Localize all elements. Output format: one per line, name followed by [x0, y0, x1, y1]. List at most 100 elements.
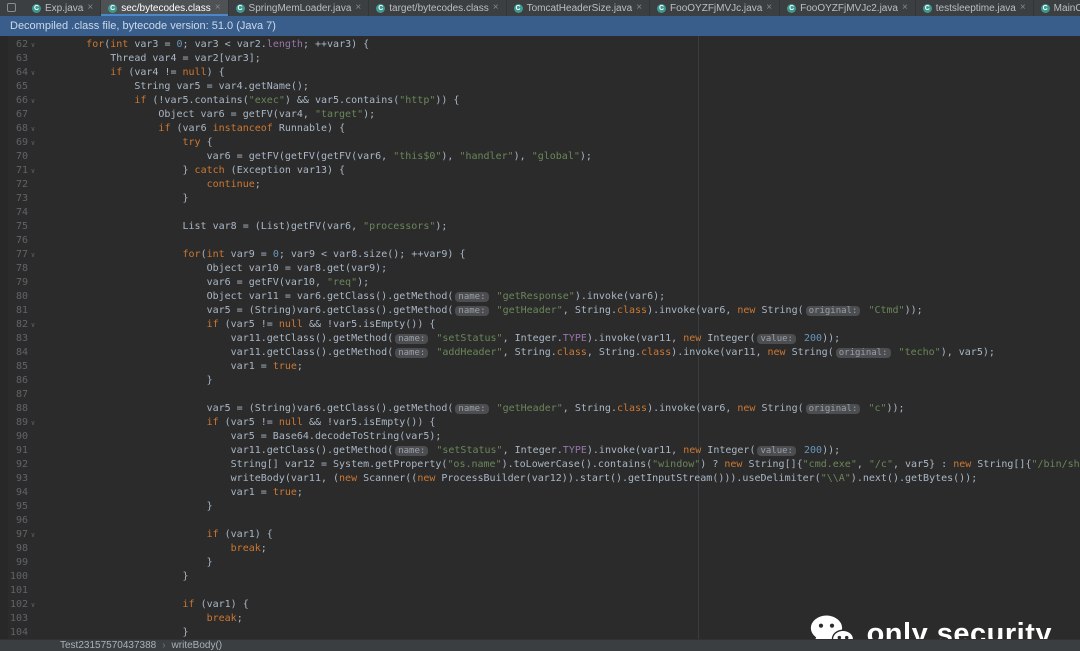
tab-maincontroller-class[interactable]: CMainController.class× — [1034, 0, 1080, 16]
line-number[interactable]: 63 — [0, 52, 28, 66]
code-line[interactable]: 72 continue; — [0, 178, 1080, 192]
line-number[interactable]: 81 — [0, 304, 28, 318]
line-number[interactable]: 89 — [0, 416, 28, 430]
tab-exp-java[interactable]: C Exp.java × — [25, 0, 102, 16]
code-line[interactable]: 68 ∨ if (var6 instanceof Runnable) { — [0, 122, 1080, 136]
line-number[interactable]: 92 — [0, 458, 28, 472]
code-line[interactable]: 92 String[] var12 = System.getProperty("… — [0, 458, 1080, 472]
line-number[interactable]: 88 — [0, 402, 28, 416]
line-number[interactable]: 71 — [0, 164, 28, 178]
line-number[interactable]: 101 — [0, 584, 28, 598]
close-icon[interactable]: × — [1020, 3, 1026, 13]
fold-icon[interactable]: ∨ — [28, 416, 38, 430]
tab-testsleeptime-java[interactable]: Ctestsleeptime.java × — [916, 0, 1034, 16]
code-line[interactable]: 93 writeBody(var11, (new Scanner((new Pr… — [0, 472, 1080, 486]
code-line[interactable]: 64 ∨ if (var4 != null) { — [0, 66, 1080, 80]
tab-target-bytecodes-class[interactable]: Ctarget/bytecodes.class × — [369, 0, 507, 16]
tab-springmemloader-java[interactable]: C SpringMemLoader.java × — [229, 0, 370, 16]
code-line[interactable]: 77 ∨ for(int var9 = 0; var9 < var8.size()… — [0, 248, 1080, 262]
breadcrumb-item[interactable]: writeBody() — [172, 640, 223, 651]
code-line[interactable]: 80 Object var11 = var6.getClass().getMet… — [0, 290, 1080, 304]
code-line[interactable]: 90 var5 = Base64.decodeToString(var5); — [0, 430, 1080, 444]
line-number[interactable]: 103 — [0, 612, 28, 626]
line-number[interactable]: 87 — [0, 388, 28, 402]
line-number[interactable]: 76 — [0, 234, 28, 248]
line-number[interactable]: 95 — [0, 500, 28, 514]
line-number[interactable]: 83 — [0, 332, 28, 346]
fold-icon[interactable]: ∨ — [28, 66, 38, 80]
line-number[interactable]: 80 — [0, 290, 28, 304]
code-line[interactable]: 85 var1 = true; — [0, 360, 1080, 374]
line-number[interactable]: 62 — [0, 38, 28, 52]
line-number[interactable]: 97 — [0, 528, 28, 542]
code-line[interactable]: 89 ∨ if (var5 != null && !var5.isEmpty())… — [0, 416, 1080, 430]
code-line[interactable]: 87 — [0, 388, 1080, 402]
line-number[interactable]: 65 — [0, 80, 28, 94]
code-line[interactable]: 65 String var5 = var4.getName(); — [0, 80, 1080, 94]
code-line[interactable]: 88 var5 = (String)var6.getClass().getMet… — [0, 402, 1080, 416]
line-number[interactable]: 82 — [0, 318, 28, 332]
fold-icon[interactable]: ∨ — [28, 122, 38, 136]
line-number[interactable]: 94 — [0, 486, 28, 500]
line-number[interactable]: 64 — [0, 66, 28, 80]
code-line[interactable]: 71 ∨ } catch (Exception var13) { — [0, 164, 1080, 178]
code-line[interactable]: 99 } — [0, 556, 1080, 570]
code-line[interactable]: 84 var11.getClass().getMethod(name: "add… — [0, 346, 1080, 360]
code-line[interactable]: 78 Object var10 = var8.get(var9); — [0, 262, 1080, 276]
code-line[interactable]: 97 ∨ if (var1) { — [0, 528, 1080, 542]
line-number[interactable]: 99 — [0, 556, 28, 570]
code-line[interactable]: 69 ∨ try { — [0, 136, 1080, 150]
line-number[interactable]: 72 — [0, 178, 28, 192]
code-line[interactable]: 62 ∨ for(int var3 = 0; var3 < var2.length… — [0, 38, 1080, 52]
line-number[interactable]: 90 — [0, 430, 28, 444]
code-line[interactable]: 75 List var8 = (List)getFV(var6, "proces… — [0, 220, 1080, 234]
line-number[interactable]: 69 — [0, 136, 28, 150]
close-icon[interactable]: × — [902, 3, 908, 13]
code-line[interactable]: 86 } — [0, 374, 1080, 388]
fold-icon[interactable]: ∨ — [28, 38, 38, 52]
line-number[interactable]: 78 — [0, 262, 28, 276]
line-number[interactable]: 91 — [0, 444, 28, 458]
fold-icon[interactable]: ∨ — [28, 318, 38, 332]
code-line[interactable]: 74 — [0, 206, 1080, 220]
close-icon[interactable]: × — [766, 3, 772, 13]
fold-icon[interactable]: ∨ — [28, 94, 38, 108]
code-line[interactable]: 102 ∨ if (var1) { — [0, 598, 1080, 612]
line-number[interactable]: 93 — [0, 472, 28, 486]
fold-icon[interactable]: ∨ — [28, 136, 38, 150]
close-icon[interactable]: × — [636, 3, 642, 13]
code-line[interactable]: 83 var11.getClass().getMethod(name: "set… — [0, 332, 1080, 346]
close-icon[interactable]: × — [493, 3, 499, 13]
fold-icon[interactable]: ∨ — [28, 598, 38, 612]
line-number[interactable]: 84 — [0, 346, 28, 360]
line-number[interactable]: 74 — [0, 206, 28, 220]
line-number[interactable]: 66 — [0, 94, 28, 108]
line-number[interactable]: 102 — [0, 598, 28, 612]
line-number[interactable]: 70 — [0, 150, 28, 164]
code-line[interactable]: 95 } — [0, 500, 1080, 514]
fold-icon[interactable]: ∨ — [28, 248, 38, 262]
close-icon[interactable]: × — [355, 3, 361, 13]
code-line[interactable]: 76 — [0, 234, 1080, 248]
close-icon[interactable]: × — [215, 3, 221, 13]
tab-foooyzfjmvjc2-java[interactable]: C FooOYZFjMVJc2.java × — [780, 0, 916, 16]
code-line[interactable]: 98 break; — [0, 542, 1080, 556]
fold-icon[interactable]: ∨ — [28, 528, 38, 542]
line-number[interactable]: 86 — [0, 374, 28, 388]
code-line[interactable]: 94 var1 = true; — [0, 486, 1080, 500]
code-area[interactable]: 62 ∨ for(int var3 = 0; var3 < var2.length… — [0, 36, 1080, 639]
window-menu-icon[interactable] — [7, 3, 16, 12]
line-number[interactable]: 79 — [0, 276, 28, 290]
tab-tomcatheadersize-java[interactable]: C TomcatHeaderSize.java × — [507, 0, 651, 16]
code-line[interactable]: 79 var6 = getFV(var10, "req"); — [0, 276, 1080, 290]
fold-icon[interactable]: ∨ — [28, 164, 38, 178]
code-line[interactable]: 66 ∨ if (!var5.contains("exec") && var5.c… — [0, 94, 1080, 108]
code-line[interactable]: 67 Object var6 = getFV(var4, "target"); — [0, 108, 1080, 122]
line-number[interactable]: 77 — [0, 248, 28, 262]
tab-sec-bytecodes-class[interactable]: Csec/bytecodes.class × — [101, 0, 229, 16]
line-number[interactable]: 75 — [0, 220, 28, 234]
code-line[interactable]: 63 Thread var4 = var2[var3]; — [0, 52, 1080, 66]
code-line[interactable]: 101 — [0, 584, 1080, 598]
tab-foooyzfjmvjc-java[interactable]: C FooOYZFjMVJc.java × — [650, 0, 781, 16]
code-line[interactable]: 82 ∨ if (var5 != null && !var5.isEmpty())… — [0, 318, 1080, 332]
